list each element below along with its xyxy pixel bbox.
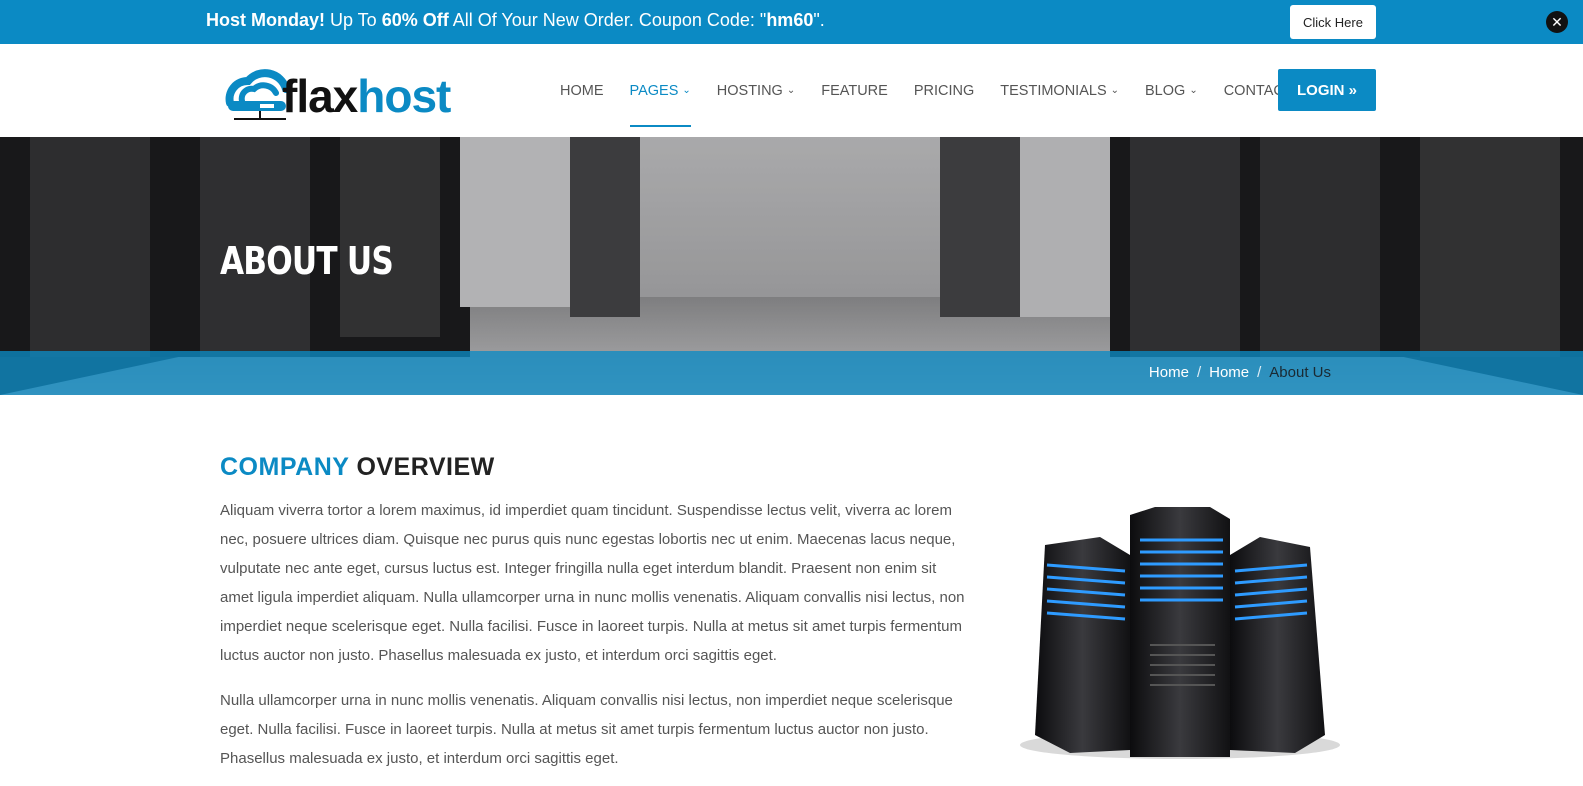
- breadcrumb-separator: /: [1196, 364, 1202, 381]
- page-title: ABOUT US: [220, 239, 394, 283]
- nav-item-pricing[interactable]: PRICING: [914, 44, 974, 137]
- promo-text-part: ".: [813, 10, 825, 30]
- promo-text-part: Up To: [325, 10, 382, 30]
- logo-text: flaxhost: [282, 70, 451, 122]
- breadcrumb-separator: /: [1257, 364, 1262, 381]
- breadcrumb: Home / Home / About Us: [1149, 364, 1331, 381]
- server-towers-image: [1020, 507, 1340, 759]
- nav-label: PAGES: [629, 82, 679, 99]
- nav-label: BLOG: [1145, 82, 1186, 99]
- close-icon[interactable]: ✕: [1546, 11, 1568, 33]
- breadcrumb-link-home-2[interactable]: Home: [1209, 364, 1249, 381]
- nav-label: PRICING: [913, 82, 975, 99]
- nav-item-testimonials[interactable]: TESTIMONIALS ⌄: [1000, 44, 1119, 137]
- chevron-down-icon: ⌄: [786, 85, 796, 96]
- nav-item-pages[interactable]: PAGES ⌄: [629, 44, 692, 137]
- logo[interactable]: flaxhost: [220, 59, 460, 125]
- cloud-server-icon: [225, 69, 290, 120]
- nav-label: TESTIMONIALS: [1000, 82, 1107, 99]
- promo-highlight: Host Monday!: [206, 10, 325, 30]
- overview-paragraph-2: Nulla ullamcorper urna in nunc mollis ve…: [220, 692, 953, 767]
- page-hero: ABOUT US Home / Home / About Us: [0, 137, 1583, 395]
- nav-label: HOSTING: [716, 82, 783, 99]
- promo-click-here-button[interactable]: Click Here: [1290, 5, 1376, 39]
- login-button[interactable]: LOGIN »: [1278, 69, 1376, 111]
- promo-code: hm60: [766, 10, 814, 30]
- logo-text-host: host: [357, 70, 451, 122]
- section-title: COMPANY OVERVIEW: [220, 453, 495, 482]
- chevron-down-icon: ⌄: [682, 85, 691, 96]
- overview-paragraph-1: Aliquam viverra tortor a lorem maximus, …: [220, 502, 965, 664]
- breadcrumb-current: About Us: [1269, 364, 1331, 381]
- section-title-accent: COMPANY: [220, 453, 349, 481]
- nav-label: HOME: [560, 82, 604, 99]
- chevron-down-icon: ⌄: [1110, 85, 1120, 96]
- chevron-down-icon: ⌄: [1189, 85, 1198, 96]
- section-title-main: OVERVIEW: [356, 453, 495, 481]
- breadcrumb-link-home[interactable]: Home: [1149, 364, 1189, 381]
- breadcrumb-bar: Home / Home / About Us: [0, 351, 1583, 395]
- promo-text: Host Monday! Up To 60% Off All Of Your N…: [206, 10, 825, 31]
- nav-item-home[interactable]: HOME: [560, 44, 604, 137]
- promo-discount: 60% Off: [381, 10, 449, 30]
- nav-item-feature[interactable]: FEATURE: [821, 44, 888, 137]
- promo-text-part: All Of Your New Order. Coupon Code: ": [448, 10, 767, 30]
- main-nav: HOME PAGES ⌄ HOSTING ⌄ FEATURE PRICING TES…: [560, 44, 1319, 137]
- site-header: flaxhost HOME PAGES ⌄ HOSTING ⌄ FEATURE PR…: [0, 44, 1583, 137]
- promo-bar: Host Monday! Up To 60% Off All Of Your N…: [0, 0, 1583, 44]
- nav-item-blog[interactable]: BLOG ⌄: [1145, 44, 1198, 137]
- nav-item-hosting[interactable]: HOSTING ⌄: [717, 44, 795, 137]
- logo-text-flax: flax: [282, 70, 358, 122]
- nav-label: FEATURE: [821, 82, 888, 99]
